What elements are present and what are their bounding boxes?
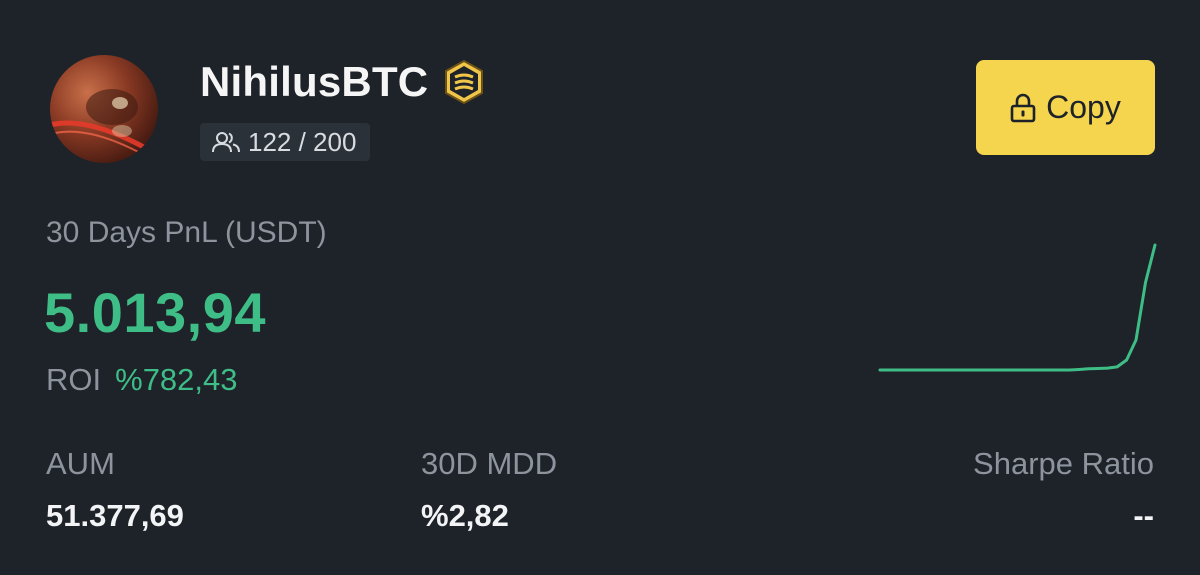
avatar-image [50, 89, 158, 163]
pnl-series-line [878, 243, 1157, 372]
roi-value: %782,43 [115, 362, 238, 397]
followers-badge: 122 / 200 [200, 123, 371, 161]
copy-trader-card: NihilusBTC 122 / 200 Copy 30 Days PnL (U… [0, 0, 1200, 575]
aum-label: AUM [46, 446, 115, 481]
sharpe-ratio-value: -- [1133, 498, 1154, 533]
pnl-value: 5.013,94 [44, 281, 266, 344]
mdd-label: 30D MDD [421, 446, 558, 481]
avatar[interactable] [50, 55, 158, 163]
pnl-label: 30 Days PnL (USDT) [46, 216, 327, 249]
sharpe-ratio-label: Sharpe Ratio [973, 446, 1154, 481]
roi-row: ROI %782,43 [46, 362, 238, 398]
trader-name[interactable]: NihilusBTC [200, 56, 428, 108]
followers-count: 122 / 200 [248, 126, 357, 157]
aum-value: 51.377,69 [46, 498, 184, 533]
copy-button[interactable]: Copy [976, 60, 1155, 155]
gold-badge-icon [445, 59, 483, 105]
lock-icon [1010, 93, 1036, 122]
mdd-value: %2,82 [421, 498, 509, 533]
roi-label: ROI [46, 362, 102, 397]
users-icon [212, 132, 240, 153]
pnl-sparkline-chart [878, 243, 1157, 372]
copy-button-label: Copy [1046, 89, 1121, 125]
